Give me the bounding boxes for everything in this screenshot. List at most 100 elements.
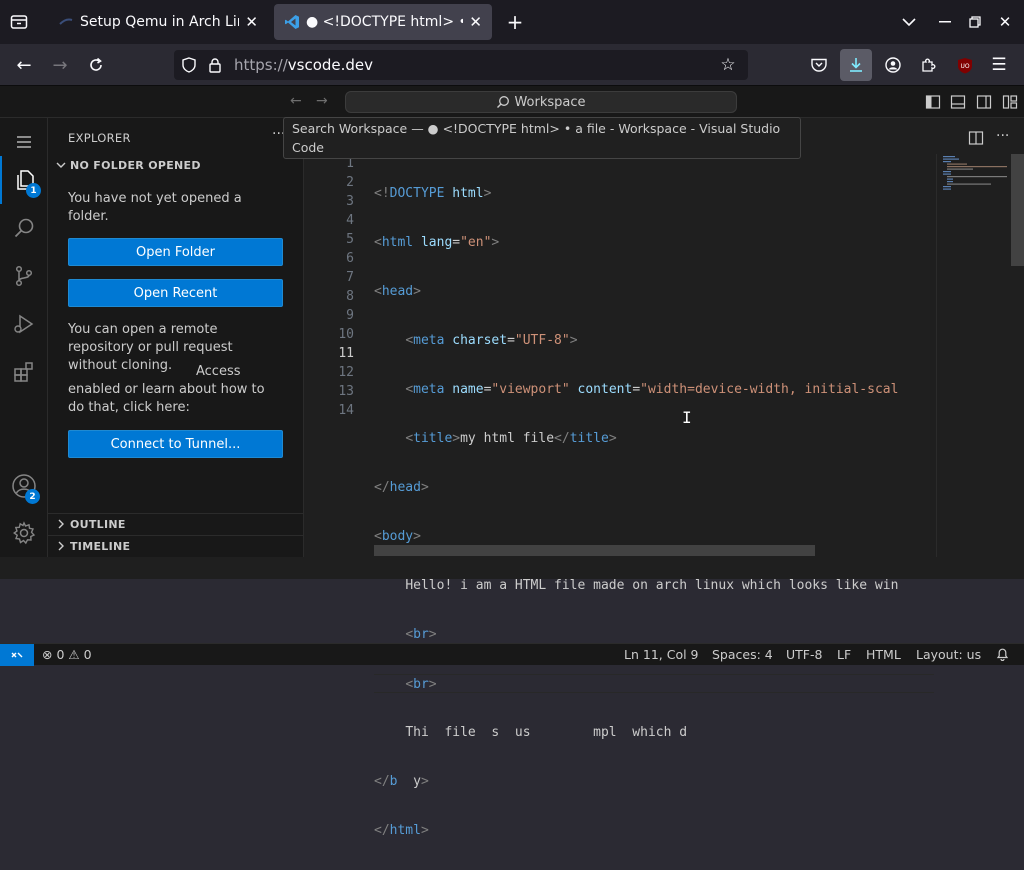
no-folder-section-header[interactable]: NO FOLDER OPENED [54,158,201,172]
close-icon[interactable]: ✕ [245,13,258,31]
code-token: < [374,284,382,299]
close-icon[interactable]: ✕ [469,13,482,31]
language-mode[interactable]: HTML [866,647,901,662]
code-token: < [374,529,382,544]
toggle-secondary-sidebar-icon[interactable] [976,94,992,114]
error-icon: ⊗ [42,647,53,662]
code-token: "width=device-width, initial-scal [640,382,899,397]
code-token: html [389,823,421,838]
section-divider [48,513,303,514]
code-editor[interactable]: ··· 1 2 3 4 5 6 7 8 9 10 11 12 13 14 <!D… [304,118,1024,838]
code-token: > [420,774,429,789]
section-title: NO FOLDER OPENED [70,158,201,172]
problems-indicator[interactable]: ⊗ 0 ⚠ 0 [42,647,92,662]
horizontal-scrollbar-thumb[interactable] [374,545,815,556]
code-line: Thi file s us mpl which d [374,723,934,742]
site-favicon-icon [59,18,73,25]
reload-icon[interactable] [84,54,108,76]
code-token: > [420,823,429,838]
account-icon[interactable] [882,54,904,76]
lock-icon[interactable] [206,56,224,74]
line-number: 6 [346,251,354,266]
close-window-icon[interactable]: ✕ [994,12,1016,32]
timeline-section-header[interactable]: TIMELINE [54,539,130,553]
bookmark-star-icon[interactable]: ☆ [718,55,738,75]
code-token: html [381,235,414,250]
code-token: "viewport" [491,382,570,397]
code-token: meta [413,382,445,397]
code-token: > [428,627,437,642]
new-tab-icon[interactable]: + [504,10,526,34]
run-debug-icon[interactable] [0,300,48,348]
open-folder-button[interactable]: Open Folder [68,238,283,266]
command-center-label: Workspace [514,94,586,110]
forward-icon[interactable]: → [48,54,72,76]
minimize-icon[interactable] [934,12,956,32]
warning-count: 0 [83,647,92,662]
customize-layout-icon[interactable] [1002,94,1018,114]
menu-icon[interactable]: ☰ [988,54,1010,76]
shield-icon[interactable] [180,56,198,74]
chevron-down-icon[interactable] [898,12,920,32]
back-icon[interactable]: ← [12,54,36,76]
vertical-scrollbar-thumb[interactable] [1011,154,1024,266]
url-host: vscode.dev [287,56,374,74]
cursor-position[interactable]: Ln 11, Col 9 [624,647,699,662]
toggle-primary-sidebar-icon[interactable] [925,94,941,114]
more-actions-icon[interactable]: ··· [996,128,1009,144]
code-token: content [577,382,633,397]
toggle-panel-icon[interactable] [950,94,966,114]
pocket-icon[interactable] [808,54,830,76]
code-line: <br> [374,625,934,644]
code-line: <meta charset="UTF-8"> [374,331,934,350]
code-content[interactable]: <!DOCTYPE html> <html lang="en"> <head> … [374,154,934,870]
connect-tunnel-button[interactable]: Connect to Tunnel... [68,430,283,458]
browser-tab-bar: Setup Qemu in Arch Linu ✕ ● <!DOCTYPE ht… [0,0,1024,44]
line-number: 13 [338,384,354,399]
search-icon[interactable] [0,204,48,252]
accounts-icon[interactable]: 2 [0,462,48,510]
encoding[interactable]: UTF-8 [786,647,822,662]
remote-indicator[interactable] [0,644,34,666]
tab-setup-qemu[interactable]: Setup Qemu in Arch Linu ✕ [48,4,268,40]
explorer-icon[interactable]: 1 [0,156,48,204]
line-number: 9 [346,308,354,323]
minimap[interactable] [936,154,1008,557]
downloads-icon[interactable] [840,49,872,81]
code-token: name [452,382,484,397]
no-folder-message: You have not yet opened a folder. [68,191,242,224]
code-token: > [413,284,421,299]
code-line: <meta name="viewport" content="width=dev… [374,380,934,399]
code-token: > [569,333,578,348]
code-token: < [405,431,414,446]
tunnel-message: enabled or learn about how to do that, c… [68,382,265,415]
nav-forward-icon[interactable]: → [316,93,328,109]
code-line: <!DOCTYPE html> [374,184,934,203]
indentation[interactable]: Spaces: 4 [712,647,773,662]
command-center[interactable]: Workspace [345,91,737,113]
code-token: > [608,431,617,446]
end-of-line[interactable]: LF [837,647,851,662]
gear-icon[interactable] [0,509,48,557]
line-number: 5 [346,232,354,247]
ublock-icon[interactable]: UO [954,54,976,76]
extensions-icon[interactable] [0,348,48,396]
tab-vscode-file[interactable]: ● <!DOCTYPE html> • a ✕ [274,4,492,40]
keyboard-layout[interactable]: Layout: us [916,647,981,662]
nav-back-icon[interactable]: ← [290,93,302,109]
restore-icon[interactable] [964,12,986,32]
extensions-icon[interactable] [918,54,940,76]
source-control-icon[interactable] [0,252,48,300]
url-bar[interactable]: https://vscode.dev ☆ [174,50,748,80]
split-editor-icon[interactable] [968,130,984,150]
line-number: 12 [338,365,354,380]
code-token: < [405,382,414,397]
open-recent-button[interactable]: Open Recent [68,279,283,307]
outline-section-header[interactable]: OUTLINE [54,517,126,531]
vscode-workbench: ← → Workspace 1 2 EXPLORER ··· NO FOLDER… [0,86,1024,838]
tab-overview-icon[interactable] [8,12,30,32]
bell-icon[interactable] [996,647,1009,664]
